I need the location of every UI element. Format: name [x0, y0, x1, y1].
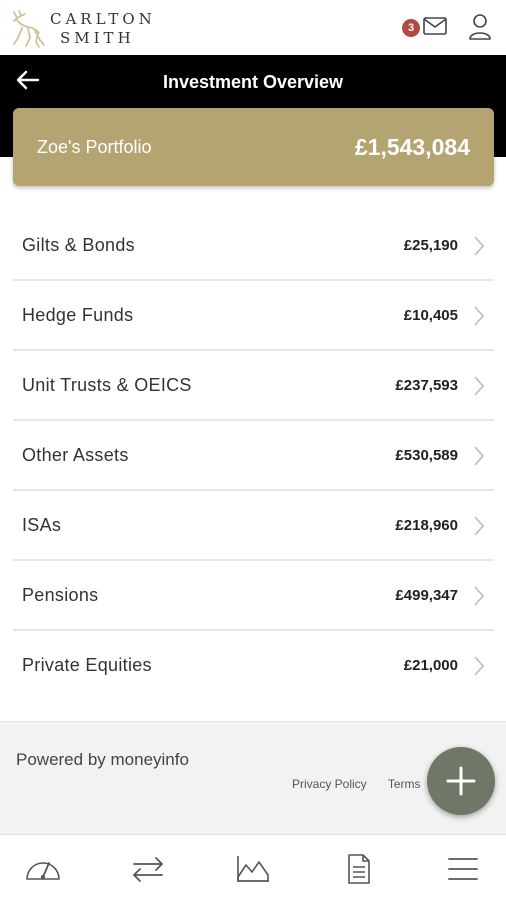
- investment-label: Unit Trusts & OEICS: [22, 375, 192, 395]
- add-button[interactable]: [427, 747, 495, 815]
- brand-logo[interactable]: CARLTON SMITH: [8, 6, 158, 50]
- header-actions: 3: [402, 12, 492, 42]
- deer-logo-icon: [13, 10, 45, 48]
- investment-value: £530,589: [395, 447, 458, 464]
- investment-label: ISAs: [22, 515, 62, 535]
- investment-row-private-equities[interactable]: Private Equities £21,000: [13, 631, 494, 701]
- mail-icon: [423, 17, 447, 35]
- transfer-arrows-icon[interactable]: [128, 853, 168, 885]
- investment-label: Gilts & Bonds: [22, 235, 135, 255]
- chevron-right-icon: [474, 446, 485, 466]
- investment-list: Gilts & Bonds £25,190 Hedge Funds £10,40…: [13, 211, 494, 701]
- investment-value: £10,405: [403, 307, 458, 324]
- investment-value: £237,593: [395, 377, 458, 394]
- chevron-right-icon: [474, 656, 485, 676]
- investment-value: £218,960: [395, 517, 458, 534]
- investment-label: Other Assets: [22, 445, 129, 465]
- chevron-right-icon: [474, 586, 485, 606]
- investment-row-pensions[interactable]: Pensions £499,347: [13, 561, 494, 631]
- investment-row-unit-trusts[interactable]: Unit Trusts & OEICS £237,593: [13, 351, 494, 421]
- investment-label: Hedge Funds: [22, 305, 134, 325]
- portfolio-total: £1,543,084: [354, 134, 470, 160]
- document-icon[interactable]: [338, 853, 378, 885]
- chevron-right-icon: [474, 516, 485, 536]
- privacy-policy-link[interactable]: Privacy Policy: [292, 777, 367, 791]
- brand-line-2: SMITH: [60, 29, 135, 47]
- investment-row-hedge-funds[interactable]: Hedge Funds £10,405: [13, 281, 494, 351]
- chevron-right-icon: [474, 376, 485, 396]
- top-header: CARLTON SMITH 3: [0, 0, 506, 55]
- menu-icon[interactable]: [443, 853, 483, 885]
- investment-value: £21,000: [403, 657, 458, 674]
- investment-label: Pensions: [22, 585, 99, 605]
- powered-by-text: Powered by moneyinfo: [16, 750, 189, 769]
- investment-row-gilts-bonds[interactable]: Gilts & Bonds £25,190: [13, 211, 494, 281]
- user-icon[interactable]: [468, 13, 492, 41]
- portfolio-name: Zoe's Portfolio: [37, 137, 152, 157]
- chevron-right-icon: [474, 306, 485, 326]
- brand-wordmark: CARLTON SMITH: [50, 10, 156, 48]
- portfolio-summary-card[interactable]: Zoe's Portfolio £1,543,084: [13, 108, 494, 186]
- investment-value: £499,347: [395, 587, 458, 604]
- unread-badge: 3: [402, 19, 420, 37]
- area-chart-icon[interactable]: [233, 853, 273, 885]
- chevron-right-icon: [474, 236, 485, 256]
- terms-link[interactable]: Terms: [388, 777, 421, 791]
- bottom-nav: [0, 834, 506, 900]
- brand-line-1: CARLTON: [50, 10, 156, 28]
- investment-row-other-assets[interactable]: Other Assets £530,589: [13, 421, 494, 491]
- investment-value: £25,190: [403, 237, 458, 254]
- investment-label: Private Equities: [22, 655, 152, 675]
- page-title: Investment Overview: [162, 72, 344, 92]
- messages-button[interactable]: 3: [402, 12, 447, 42]
- dashboard-gauge-icon[interactable]: [23, 853, 63, 885]
- footer-links: Privacy Policy Terms: [292, 777, 438, 791]
- investment-row-isas[interactable]: ISAs £218,960: [13, 491, 494, 561]
- plus-icon: [446, 766, 476, 796]
